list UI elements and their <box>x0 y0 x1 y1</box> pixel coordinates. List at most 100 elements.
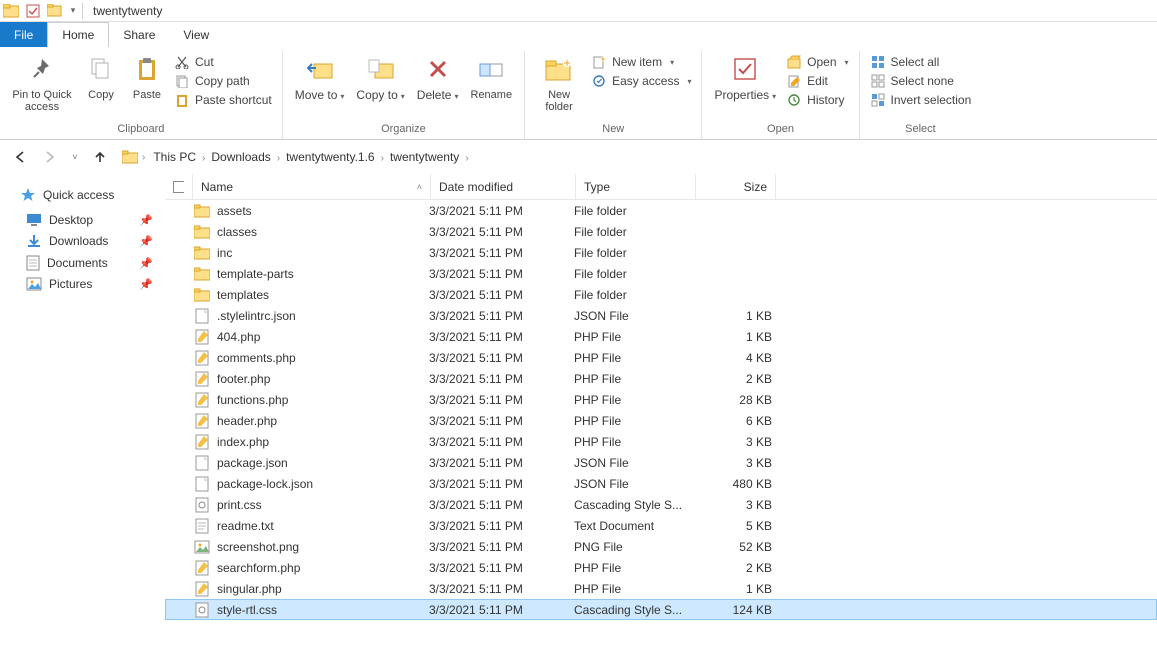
select-none-button[interactable]: Select none <box>866 72 976 90</box>
copy-icon <box>85 53 117 85</box>
file-row[interactable]: index.php3/3/2021 5:11 PMPHP File3 KB <box>165 431 1157 452</box>
file-name: classes <box>217 225 429 239</box>
file-row[interactable]: readme.txt3/3/2021 5:11 PMText Document5… <box>165 515 1157 536</box>
delete-button[interactable]: Delete▾ <box>411 51 465 105</box>
up-button[interactable] <box>88 145 112 169</box>
file-name: singular.php <box>217 582 429 596</box>
breadcrumb[interactable]: twentytwenty.1.6 <box>282 150 379 164</box>
file-row[interactable]: functions.php3/3/2021 5:11 PMPHP File28 … <box>165 389 1157 410</box>
tab-view[interactable]: View <box>169 22 223 47</box>
new-item-button[interactable]: New item▾ <box>587 53 695 71</box>
file-type: File folder <box>574 267 694 281</box>
paste-button[interactable]: Paste <box>124 51 170 103</box>
copy-to-icon <box>365 53 397 85</box>
open-button[interactable]: Open▾ <box>782 53 852 71</box>
file-row[interactable]: singular.php3/3/2021 5:11 PMPHP File1 KB <box>165 578 1157 599</box>
sidebar-item-label: Quick access <box>43 188 114 202</box>
file-row[interactable]: searchform.php3/3/2021 5:11 PMPHP File2 … <box>165 557 1157 578</box>
file-row[interactable]: style-rtl.css3/3/2021 5:11 PMCascading S… <box>165 599 1157 620</box>
file-row[interactable]: screenshot.png3/3/2021 5:11 PMPNG File52… <box>165 536 1157 557</box>
copy-path-button[interactable]: Copy path <box>170 72 276 90</box>
chevron-right-icon[interactable]: › <box>140 152 147 163</box>
select-all-button[interactable]: Select all <box>866 53 976 71</box>
column-checkbox[interactable] <box>165 174 193 199</box>
chevron-right-icon[interactable]: › <box>379 153 386 164</box>
sidebar-quick-access[interactable]: Quick access <box>6 184 159 206</box>
edit-button[interactable]: Edit <box>782 72 852 90</box>
sidebar-item[interactable]: Downloads📌 <box>6 230 159 252</box>
easy-access-button[interactable]: Easy access▾ <box>587 72 695 90</box>
file-name: readme.txt <box>217 519 429 533</box>
tab-home[interactable]: Home <box>47 22 109 47</box>
file-icon <box>193 307 211 325</box>
tab-file[interactable]: File <box>0 22 47 47</box>
file-row[interactable]: package-lock.json3/3/2021 5:11 PMJSON Fi… <box>165 473 1157 494</box>
file-date: 3/3/2021 5:11 PM <box>429 582 574 596</box>
qat-properties-icon[interactable] <box>22 0 44 22</box>
paste-shortcut-button[interactable]: Paste shortcut <box>170 91 276 109</box>
move-to-button[interactable]: Move to▾ <box>289 51 351 105</box>
file-icon <box>193 454 211 472</box>
file-date: 3/3/2021 5:11 PM <box>429 288 574 302</box>
sidebar-item-icon <box>26 277 42 291</box>
forward-button[interactable] <box>38 145 62 169</box>
file-type: JSON File <box>574 456 694 470</box>
sidebar-item[interactable]: Pictures📌 <box>6 274 159 294</box>
ribbon-tabs: File Home Share View <box>0 22 1157 47</box>
rename-button[interactable]: Rename <box>465 51 519 103</box>
chevron-right-icon[interactable]: › <box>463 153 470 164</box>
qat-newfolder-icon[interactable] <box>44 0 66 22</box>
properties-button[interactable]: Properties▾ <box>708 51 782 105</box>
column-name[interactable]: Name˄ <box>193 174 431 199</box>
file-row[interactable]: classes3/3/2021 5:11 PMFile folder <box>165 221 1157 242</box>
pin-icon: 📌 <box>139 235 153 248</box>
column-size[interactable]: Size <box>696 174 776 199</box>
file-row[interactable]: 404.php3/3/2021 5:11 PMPHP File1 KB <box>165 326 1157 347</box>
delete-icon <box>422 53 454 85</box>
cut-button[interactable]: Cut <box>170 53 276 71</box>
pin-quick-access-button[interactable]: Pin to Quick access <box>6 51 78 115</box>
file-row[interactable]: assets3/3/2021 5:11 PMFile folder <box>165 200 1157 221</box>
copy-to-button[interactable]: Copy to▾ <box>350 51 410 105</box>
file-row[interactable]: template-parts3/3/2021 5:11 PMFile folde… <box>165 263 1157 284</box>
file-size: 1 KB <box>694 330 772 344</box>
file-date: 3/3/2021 5:11 PM <box>429 540 574 554</box>
sidebar-item[interactable]: Desktop📌 <box>6 210 159 230</box>
tab-share[interactable]: Share <box>109 22 169 47</box>
file-icon <box>193 433 211 451</box>
file-row[interactable]: footer.php3/3/2021 5:11 PMPHP File2 KB <box>165 368 1157 389</box>
file-name: package-lock.json <box>217 477 429 491</box>
file-row[interactable]: package.json3/3/2021 5:11 PMJSON File3 K… <box>165 452 1157 473</box>
file-name: style-rtl.css <box>217 603 429 617</box>
file-row[interactable]: header.php3/3/2021 5:11 PMPHP File6 KB <box>165 410 1157 431</box>
recent-dropdown[interactable]: ˅ <box>68 145 82 169</box>
file-row[interactable]: comments.php3/3/2021 5:11 PMPHP File4 KB <box>165 347 1157 368</box>
file-row[interactable]: templates3/3/2021 5:11 PMFile folder <box>165 284 1157 305</box>
file-size: 4 KB <box>694 351 772 365</box>
qat-dropdown-icon[interactable]: ▾ <box>66 0 80 22</box>
file-type: File folder <box>574 204 694 218</box>
invert-selection-button[interactable]: Invert selection <box>866 91 976 109</box>
new-folder-button[interactable]: New folder <box>531 51 587 115</box>
column-date[interactable]: Date modified <box>431 174 576 199</box>
chevron-right-icon[interactable]: › <box>275 153 282 164</box>
back-button[interactable] <box>8 145 32 169</box>
address-bar[interactable]: › This PC›Downloads›twentytwenty.1.6›twe… <box>118 145 475 169</box>
breadcrumb[interactable]: Downloads <box>207 150 274 164</box>
file-type: JSON File <box>574 477 694 491</box>
file-row[interactable]: inc3/3/2021 5:11 PMFile folder <box>165 242 1157 263</box>
column-type[interactable]: Type <box>576 174 696 199</box>
file-row[interactable]: .stylelintrc.json3/3/2021 5:11 PMJSON Fi… <box>165 305 1157 326</box>
breadcrumb[interactable]: This PC <box>149 150 200 164</box>
file-size: 124 KB <box>694 603 772 617</box>
file-date: 3/3/2021 5:11 PM <box>429 561 574 575</box>
file-date: 3/3/2021 5:11 PM <box>429 225 574 239</box>
breadcrumb[interactable]: twentytwenty <box>386 150 463 164</box>
file-type: File folder <box>574 246 694 260</box>
file-size: 28 KB <box>694 393 772 407</box>
sidebar-item[interactable]: Documents📌 <box>6 252 159 274</box>
folder-icon <box>122 150 138 164</box>
history-button[interactable]: History <box>782 91 852 109</box>
copy-button[interactable]: Copy <box>78 51 124 103</box>
file-row[interactable]: print.css3/3/2021 5:11 PMCascading Style… <box>165 494 1157 515</box>
